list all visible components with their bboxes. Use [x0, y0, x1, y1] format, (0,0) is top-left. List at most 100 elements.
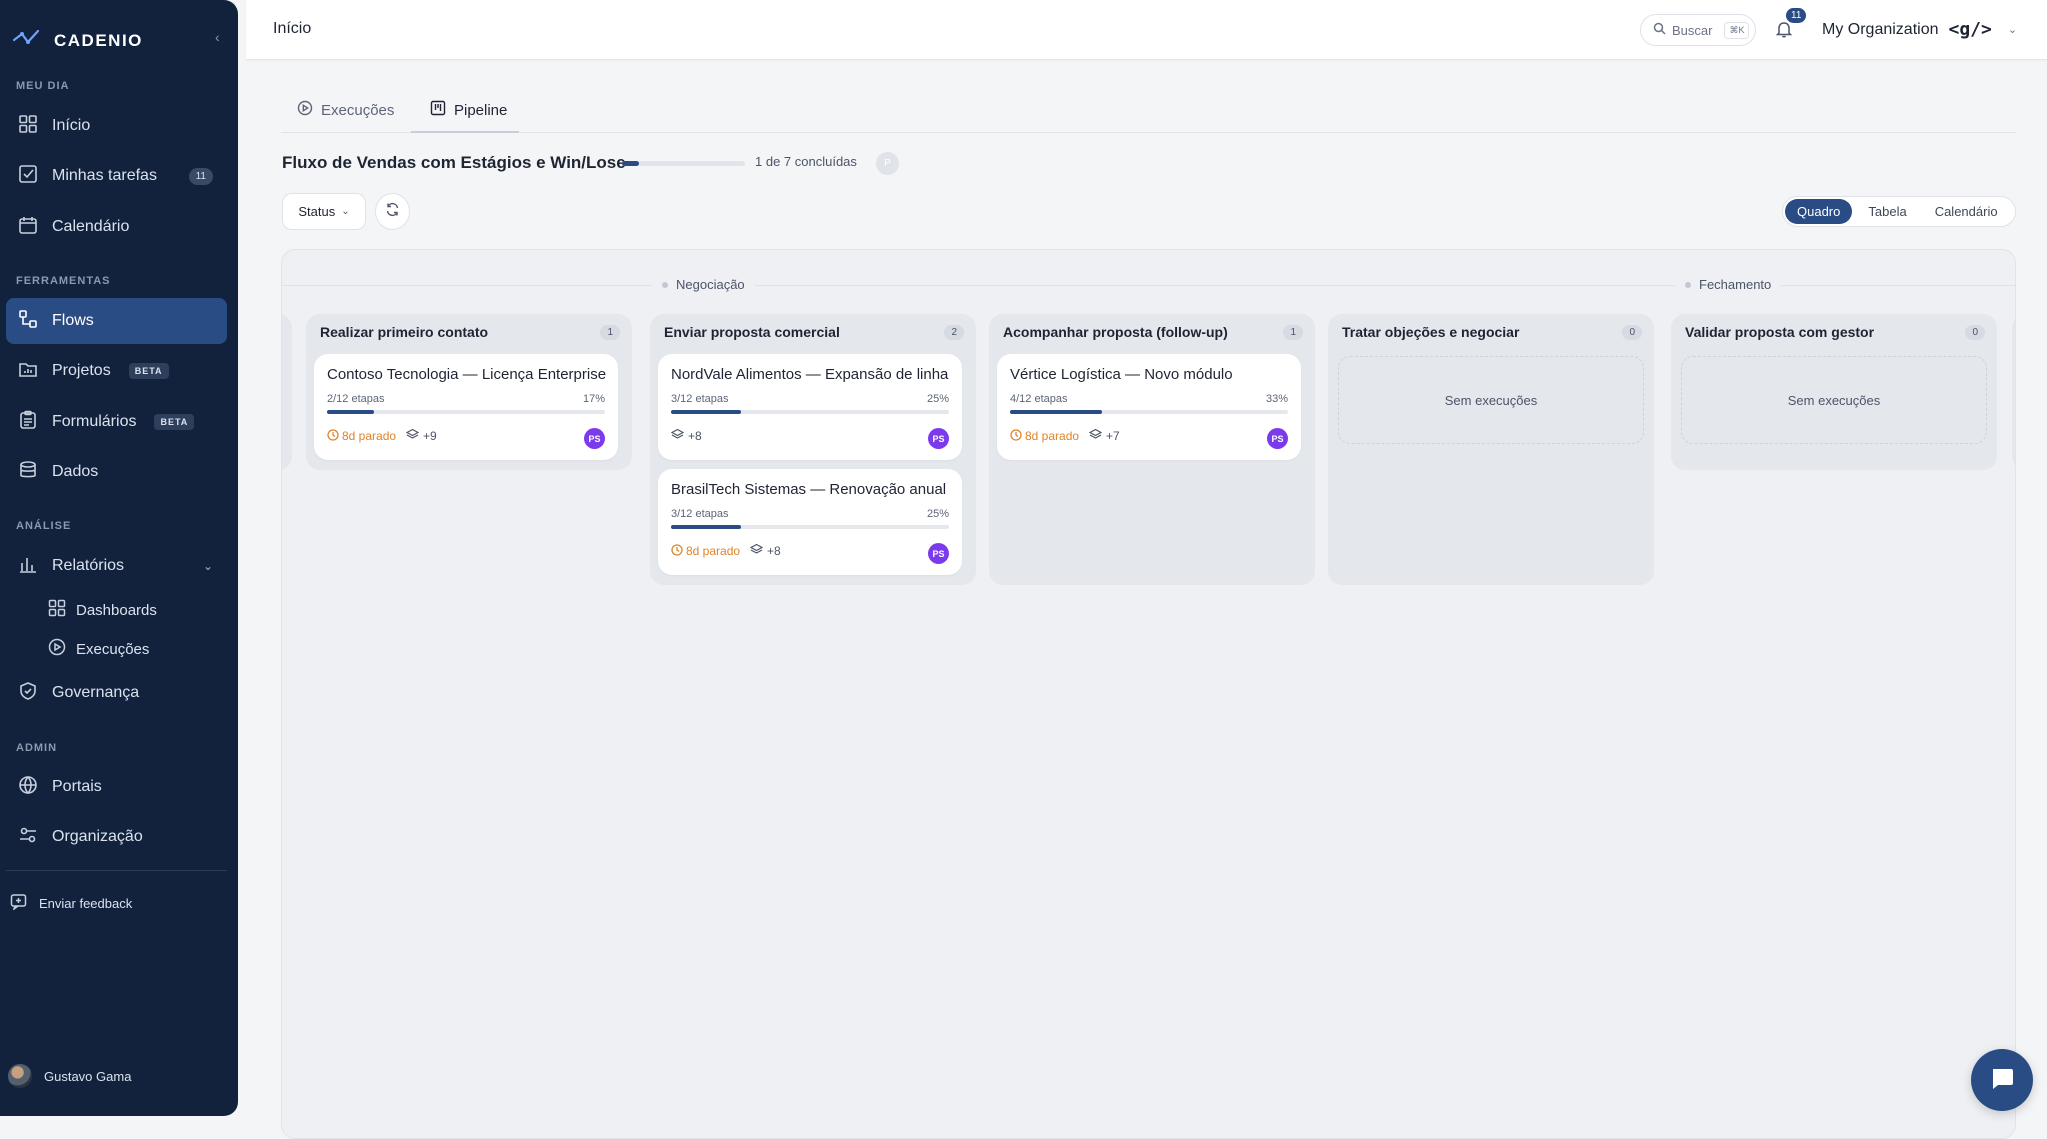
globe-icon	[18, 775, 38, 800]
sidebar-subitem-execucoes[interactable]: Execuções	[48, 632, 149, 666]
column-header: Acompanhar proposta (follow-up) 1	[1003, 324, 1303, 340]
tab-label: Execuções	[321, 101, 395, 119]
empty-column-placeholder: Sem execuções	[1338, 356, 1644, 444]
execution-card[interactable]: BrasilTech Sistemas — Renovação anual 3/…	[658, 469, 962, 575]
view-option-quadro[interactable]: Quadro	[1785, 199, 1853, 224]
sidebar-item-projetos[interactable]: Projetos BETA	[6, 348, 227, 394]
card-footer: 8d parado +8	[671, 543, 781, 559]
tab-pipeline[interactable]: Pipeline	[430, 100, 507, 120]
org-name: My Organization	[1822, 20, 1939, 38]
card-progress-fill	[1010, 410, 1102, 414]
chevron-down-icon: ⌄	[341, 206, 350, 217]
chevron-down-icon: ⌄	[202, 559, 213, 573]
settings-sliders-icon	[18, 825, 38, 850]
tasks-count-badge: 11	[188, 167, 213, 185]
column-title: Realizar primeiro contato	[320, 324, 489, 340]
search-button[interactable]: Buscar ⌘K	[1640, 14, 1756, 46]
user-profile[interactable]: Gustavo Gama	[8, 1064, 131, 1088]
column-count-badge: 1	[600, 324, 620, 340]
collapse-sidebar-icon[interactable]: ‹	[215, 29, 220, 45]
card-title: Vértice Logística — Novo módulo	[1010, 366, 1233, 383]
stage-dot	[1685, 281, 1691, 288]
sidebar-divider	[6, 870, 227, 871]
column-count-badge: 2	[944, 324, 964, 340]
assignee-avatar[interactable]: PS	[928, 543, 949, 564]
stale-label: 8d parado	[342, 429, 397, 443]
sidebar-subitem-label: Dashboards	[76, 601, 157, 619]
sidebar-item-portais[interactable]: Portais	[6, 764, 227, 810]
card-percent: 25%	[926, 508, 949, 520]
card-progress-fill	[671, 410, 741, 414]
more-steps-label: +8	[688, 429, 702, 443]
avatar[interactable]: P	[876, 152, 899, 175]
org-logo: <g/>	[1948, 19, 1992, 40]
sidebar-item-dados[interactable]: Dados	[6, 449, 227, 495]
sidebar-item-label: Dados	[52, 463, 99, 480]
sidebar-item-relatorios[interactable]: Relatórios ⌄	[6, 543, 227, 589]
organization-switcher[interactable]: My Organization <g/> ⌄	[1822, 19, 2017, 40]
card-steps: 4/12 etapas	[1010, 393, 1068, 405]
sidebar-item-inicio[interactable]: Início	[6, 103, 227, 149]
bell-icon[interactable]	[1775, 20, 1793, 43]
assignee-avatar[interactable]: PS	[1267, 428, 1288, 449]
brand[interactable]: CADENIO	[12, 28, 143, 53]
sidebar-item-governanca[interactable]: Governança	[6, 670, 227, 716]
card-steps: 3/12 etapas	[671, 393, 729, 405]
feedback-button[interactable]: Enviar feedback	[10, 893, 132, 913]
sidebar-item-minhas-tarefas[interactable]: Minhas tarefas 11	[6, 153, 227, 199]
card-footer: 8d parado +9	[327, 428, 437, 444]
checkbox-icon	[18, 164, 38, 189]
grid-icon	[18, 114, 38, 139]
play-circle-icon	[48, 638, 66, 660]
active-tab-indicator	[411, 131, 519, 133]
column-header: Realizar primeiro contato 1	[320, 324, 620, 340]
search-label: Buscar	[1672, 22, 1713, 38]
stale-label: 8d parado	[686, 544, 741, 558]
folder-chart-icon	[18, 359, 38, 384]
card-progress-fill	[327, 410, 375, 414]
card-progress-bar	[1010, 410, 1288, 414]
sidebar-item-flows[interactable]: Flows	[6, 298, 227, 344]
kanban-column-partial	[282, 314, 292, 470]
sidebar-item-formularios[interactable]: Formulários BETA	[6, 399, 227, 445]
view-option-calendario[interactable]: Calendário	[1923, 199, 2010, 224]
kanban-column: Validar proposta com gestor 0 Sem execuç…	[1671, 314, 1997, 470]
execution-card[interactable]: NordVale Alimentos — Expansão de linha 3…	[658, 354, 962, 460]
card-title: BrasilTech Sistemas — Renovação anual	[671, 481, 947, 498]
execution-card[interactable]: Vértice Logística — Novo módulo 4/12 eta…	[997, 354, 1301, 460]
flow-title: Fluxo de Vendas com Estágios e Win/Lose	[282, 153, 626, 172]
clock-icon	[671, 543, 683, 559]
layers-icon	[1088, 428, 1103, 444]
assignee-avatar[interactable]: PS	[928, 428, 949, 449]
card-progress-bar	[671, 410, 949, 414]
view-switcher: Quadro Tabela Calendário	[1782, 196, 2016, 227]
layers-icon	[749, 543, 764, 559]
flow-progress-text: 1 de 7 concluídas	[755, 154, 857, 169]
chat-support-button[interactable]	[1971, 1049, 2033, 1111]
column-count-badge: 0	[1965, 324, 1985, 340]
column-title: Acompanhar proposta (follow-up)	[1003, 324, 1228, 340]
card-percent: 17%	[582, 393, 605, 405]
tab-execucoes[interactable]: Execuções	[297, 100, 394, 120]
execution-card[interactable]: Contoso Tecnologia — Licença Enterprise …	[314, 354, 618, 460]
refresh-button[interactable]	[375, 193, 410, 230]
topbar: Início Buscar ⌘K 11 My Organization <g/>…	[246, 0, 2047, 60]
feedback-icon	[10, 893, 27, 913]
pipeline-board[interactable]: Negociação Fechamento Realizar primeiro …	[281, 249, 2016, 1139]
stale-indicator: 8d parado	[327, 428, 397, 444]
dashboard-icon	[48, 599, 66, 621]
play-circle-icon	[297, 100, 313, 120]
kanban-column: Tratar objeções e negociar 0 Sem execuçõ…	[1328, 314, 1654, 585]
card-percent: 25%	[926, 393, 949, 405]
status-filter-button[interactable]: Status ⌄	[282, 193, 366, 230]
assignee-avatar[interactable]: PS	[584, 428, 605, 449]
sidebar-item-organizacao[interactable]: Organização	[6, 814, 227, 860]
sidebar-item-calendario[interactable]: Calendário	[6, 204, 227, 250]
stage-label-text: Negociação	[676, 277, 745, 292]
database-icon	[18, 460, 38, 485]
view-option-tabela[interactable]: Tabela	[1856, 199, 1918, 224]
sidebar-subitem-dashboards[interactable]: Dashboards	[48, 593, 157, 627]
stage-label-text: Fechamento	[1699, 277, 1772, 292]
column-header: Enviar proposta comercial 2	[664, 324, 964, 340]
more-steps-label: +8	[767, 544, 781, 558]
